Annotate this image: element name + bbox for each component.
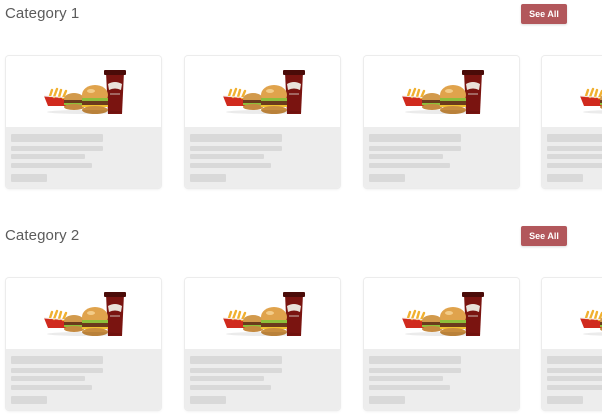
burger-meal-icon xyxy=(578,68,602,116)
product-image xyxy=(542,56,602,127)
skeleton-line xyxy=(190,396,226,404)
product-card[interactable] xyxy=(185,56,340,188)
skeleton-line xyxy=(547,356,602,364)
skeleton-line xyxy=(11,385,92,390)
skeleton-line xyxy=(547,146,602,151)
burger-meal-icon xyxy=(400,68,486,116)
skeleton-line xyxy=(369,368,461,373)
product-card[interactable] xyxy=(364,278,519,410)
skeleton-line xyxy=(369,356,461,364)
product-image xyxy=(542,278,602,349)
product-card[interactable] xyxy=(364,56,519,188)
product-card[interactable] xyxy=(542,56,602,188)
skeleton-line xyxy=(547,396,583,404)
skeleton-line xyxy=(547,368,602,373)
skeleton-line xyxy=(11,396,47,404)
product-image xyxy=(364,278,519,349)
skeleton-line xyxy=(190,356,282,364)
skeleton-line xyxy=(190,368,282,373)
skeleton-line xyxy=(11,163,92,168)
skeleton-line xyxy=(11,376,85,381)
page: Category 1 See All Category 2 See All xyxy=(0,0,602,420)
skeleton-line xyxy=(369,385,450,390)
skeleton-line xyxy=(369,146,461,151)
product-image xyxy=(185,56,340,127)
product-card[interactable] xyxy=(185,278,340,410)
skeleton-line xyxy=(369,174,405,182)
card-skeleton xyxy=(542,127,602,188)
skeleton-line xyxy=(11,174,47,182)
skeleton-line xyxy=(190,134,282,142)
skeleton-line xyxy=(369,163,450,168)
skeleton-line xyxy=(190,385,271,390)
skeleton-line xyxy=(190,163,271,168)
skeleton-line xyxy=(11,154,85,159)
section-title: Category 1 xyxy=(5,5,80,22)
skeleton-line xyxy=(11,368,103,373)
skeleton-line xyxy=(547,376,602,381)
skeleton-line xyxy=(369,154,443,159)
burger-meal-icon xyxy=(221,290,307,338)
skeleton-line xyxy=(190,376,264,381)
skeleton-line xyxy=(369,134,461,142)
skeleton-line xyxy=(11,134,103,142)
skeleton-line xyxy=(190,154,264,159)
burger-meal-icon xyxy=(42,290,128,338)
skeleton-line xyxy=(547,385,602,390)
burger-meal-icon xyxy=(42,68,128,116)
section-title: Category 2 xyxy=(5,227,80,244)
card-skeleton xyxy=(364,127,519,188)
skeleton-line xyxy=(11,356,103,364)
burger-meal-icon xyxy=(400,290,486,338)
skeleton-line xyxy=(369,396,405,404)
product-image xyxy=(6,278,161,349)
skeleton-line xyxy=(190,146,282,151)
card-skeleton xyxy=(185,127,340,188)
burger-meal-icon xyxy=(578,290,602,338)
skeleton-line xyxy=(369,376,443,381)
product-card[interactable] xyxy=(542,278,602,410)
product-card[interactable] xyxy=(6,278,161,410)
see-all-button[interactable]: See All xyxy=(521,226,567,246)
product-image xyxy=(364,56,519,127)
card-skeleton xyxy=(542,349,602,410)
skeleton-line xyxy=(547,163,602,168)
card-skeleton xyxy=(6,349,161,410)
card-skeleton xyxy=(364,349,519,410)
see-all-button[interactable]: See All xyxy=(521,4,567,24)
skeleton-line xyxy=(190,174,226,182)
card-skeleton xyxy=(6,127,161,188)
card-skeleton xyxy=(185,349,340,410)
skeleton-line xyxy=(547,174,583,182)
skeleton-line xyxy=(547,154,602,159)
product-image xyxy=(185,278,340,349)
product-image xyxy=(6,56,161,127)
product-card[interactable] xyxy=(6,56,161,188)
skeleton-line xyxy=(547,134,602,142)
burger-meal-icon xyxy=(221,68,307,116)
skeleton-line xyxy=(11,146,103,151)
